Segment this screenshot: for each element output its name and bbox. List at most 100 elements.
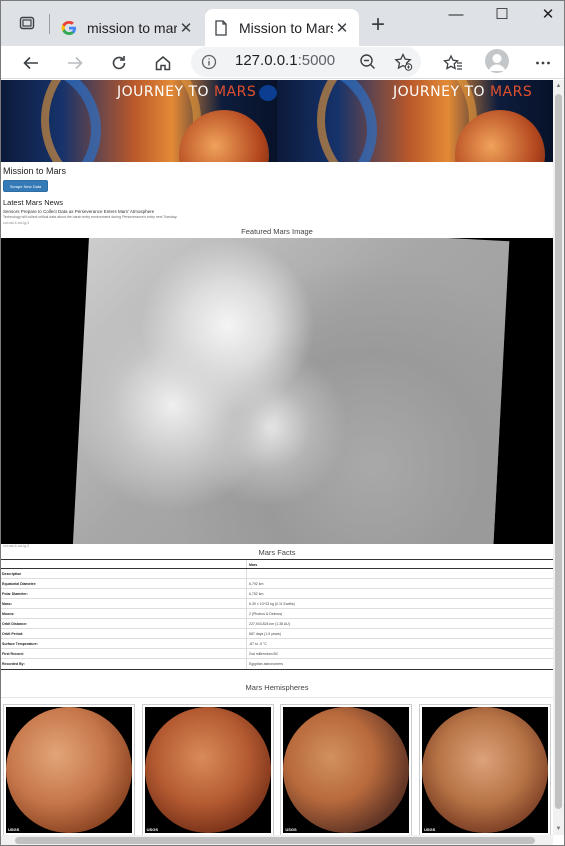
page-title: Mission to Mars (3, 166, 67, 176)
featured-mars-image (1, 238, 553, 544)
scroll-up-arrow-icon[interactable]: ▲ (555, 82, 562, 90)
forward-button[interactable] (61, 49, 89, 77)
vertical-scrollbar[interactable]: ▲ ▼ (553, 80, 564, 835)
mars-globe-image (283, 707, 410, 833)
horizontal-scrollbar[interactable] (1, 835, 553, 845)
table-row: Mass: 6.39 × 10^23 kg (0.11 Earths) (1, 599, 553, 609)
fact-value: 6,752 km (249, 592, 264, 596)
browser-toolbar: 127.0.0.1:5000 (1, 46, 564, 79)
mars-hemispheres-heading: Mars Hemispheres (245, 683, 309, 692)
banner-image-left: JOURNEY TO MARS (1, 80, 277, 162)
table-row: First Record: 2nd millennium BC (1, 649, 553, 659)
table-row: Polar Diameter: 6,752 km (1, 589, 553, 599)
forward-arrow-icon (68, 56, 83, 70)
maximize-button[interactable]: ☐ (491, 5, 513, 25)
favorites-button[interactable] (439, 49, 467, 77)
fact-key: Description (1, 569, 247, 578)
news-title: Sensors Prepare to Collect Data as Perse… (3, 209, 155, 214)
fact-value: -87 to -5 °C (249, 642, 267, 646)
address-bar[interactable]: 127.0.0.1:5000 (191, 47, 421, 77)
add-favorite-icon[interactable] (393, 52, 413, 72)
favorites-icon (443, 54, 462, 70)
hemisphere-thumbnail[interactable]: USGS (418, 704, 551, 835)
scrape-new-data-button[interactable]: Scrape New Data (3, 180, 48, 192)
hemisphere-thumbnail[interactable]: USGS (141, 704, 274, 835)
new-tab-button[interactable]: + (365, 13, 391, 39)
reload-button[interactable] (105, 49, 133, 77)
fact-key: Equatorial Diameter: (1, 579, 247, 588)
table-header-value: Mars (249, 563, 258, 567)
browser-window: mission to mars ✕ Mission to Mars ✕ + — … (0, 0, 565, 846)
table-row: Orbit Period: 687 days (1.9 years) (1, 629, 553, 639)
banner-title: JOURNEY TO MARS (393, 84, 533, 100)
tab-mission-to-mars[interactable]: Mission to Mars ✕ (205, 9, 359, 46)
journey-to-mars-banner: JOURNEY TO MARS JOURNEY TO MARS (1, 80, 553, 162)
scrollbar-thumb[interactable] (555, 94, 562, 809)
usgs-logo: USGS (8, 827, 20, 832)
home-icon (155, 56, 171, 71)
featured-image-heading: Featured Mars Image (241, 227, 313, 236)
table-row: Description (1, 569, 553, 579)
back-button[interactable] (17, 49, 45, 77)
user-icon (488, 54, 506, 71)
fact-key: Surface Temperature: (1, 639, 247, 648)
fact-value: 6,792 km (249, 582, 264, 586)
fact-key: First Record: (1, 649, 247, 658)
table-row: Surface Temperature: -87 to -5 °C (1, 639, 553, 649)
mars-globe-image (421, 707, 548, 833)
tab-mission-to-mars-search[interactable]: mission to mars ✕ (53, 9, 203, 46)
info-icon[interactable] (201, 54, 217, 70)
divider (1, 697, 553, 698)
fact-value: 227,943,824 km (1.38 AU) (249, 622, 290, 626)
usgs-logo: USGS (146, 827, 158, 832)
home-button[interactable] (149, 49, 177, 77)
hemisphere-thumbnail[interactable]: USGS (3, 704, 135, 835)
tab-close-icon[interactable]: ✕ (333, 19, 351, 37)
hemispheres-gallery: USGS USGS USGS USGS (1, 704, 553, 835)
latest-news-heading: Latest Mars News (3, 198, 64, 207)
settings-menu-button[interactable] (529, 49, 557, 77)
tab-strip: mission to mars ✕ Mission to Mars ✕ + — … (1, 1, 564, 46)
tab-actions-icon[interactable] (15, 11, 39, 35)
close-window-button[interactable]: ✕ (537, 5, 559, 25)
tab-title: mission to mars (87, 19, 177, 36)
banner-image-right: JOURNEY TO MARS (277, 80, 553, 162)
fact-key: Recorded By: (1, 659, 247, 669)
fact-value: 6.39 × 10^23 kg (0.11 Earths) (249, 602, 295, 606)
more-horizontal-icon (536, 61, 550, 65)
table-header-row: Mars (1, 560, 553, 569)
reload-icon (112, 56, 126, 70)
minimize-button[interactable]: — (445, 5, 467, 25)
fact-value: 2 (Phobos & Deimos) (249, 612, 283, 616)
hemisphere-thumbnail[interactable]: USGS (280, 704, 413, 835)
table-header-key (1, 560, 247, 568)
back-arrow-icon (23, 56, 38, 70)
mars-surface-strip (72, 238, 510, 544)
tab-close-icon[interactable]: ✕ (177, 19, 195, 37)
page-viewport: JOURNEY TO MARS JOURNEY TO MARS Mission … (1, 80, 553, 835)
fact-value (247, 569, 553, 578)
table-row: Equatorial Diameter: 6,792 km (1, 579, 553, 589)
table-row: Moons: 2 (Phobos & Deimos) (1, 609, 553, 619)
fact-value: 2nd millennium BC (249, 652, 279, 656)
mars-facts-table: Mars Description Equatorial Diameter: 6,7… (1, 559, 553, 670)
mars-facts-heading: Mars Facts (258, 548, 296, 557)
mars-globe-image (6, 707, 132, 833)
google-g-icon (61, 20, 77, 36)
fact-key: Orbit Period: (1, 629, 247, 638)
fact-key: Orbit Distance: (1, 619, 247, 628)
nasa-logo-icon (259, 85, 277, 101)
news-teaser: Technology will collect critical data ab… (3, 215, 178, 219)
table-row: Recorded By: Egyptian astronomers (1, 659, 553, 669)
scroll-down-arrow-icon[interactable]: ▼ (555, 825, 562, 833)
scrollbar-thumb[interactable] (15, 837, 535, 844)
usgs-logo: USGS (285, 827, 297, 832)
usgs-logo: USGS (423, 827, 436, 832)
page-icon (213, 19, 229, 36)
news-column-label: col-md-4 col-lg-3 (3, 221, 30, 225)
banner-title: JOURNEY TO MARS (117, 84, 257, 100)
zoom-out-icon[interactable] (359, 53, 377, 71)
tab-separator (49, 14, 50, 34)
fact-key: Moons: (1, 609, 247, 618)
profile-avatar[interactable] (485, 49, 509, 73)
